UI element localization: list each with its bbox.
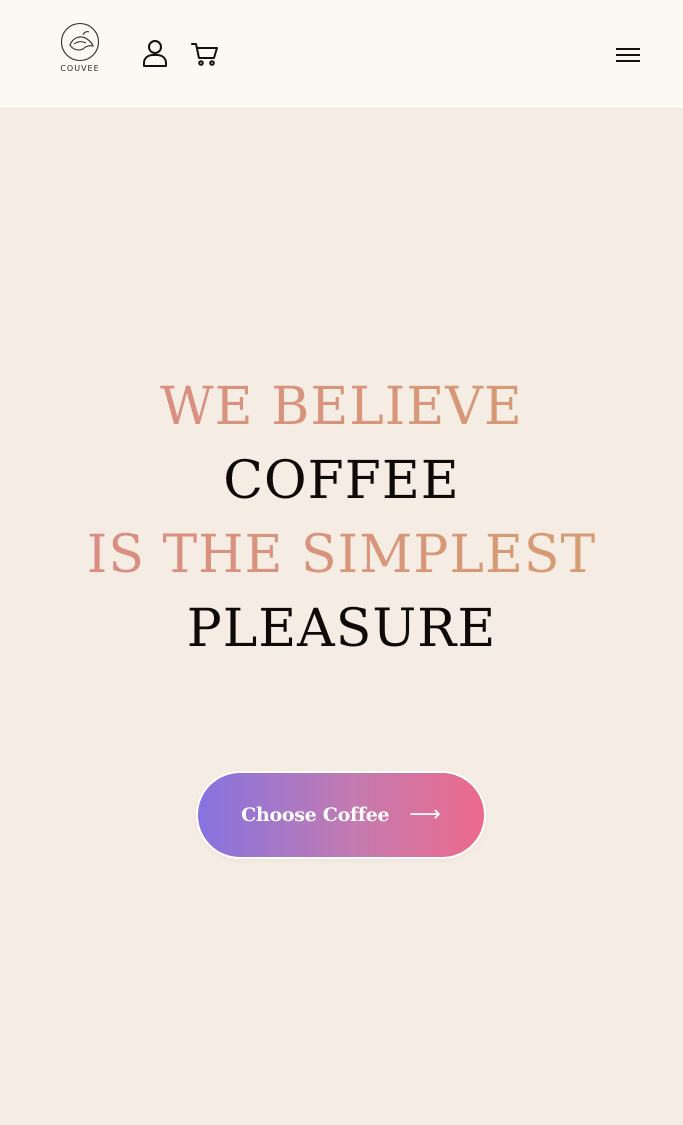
hero-section: WE BELIEVE COFFEE IS THE SIMPLEST PLEASU… bbox=[0, 370, 683, 666]
account-button[interactable] bbox=[139, 37, 171, 69]
hero-line-2: COFFEE bbox=[223, 451, 460, 511]
user-icon bbox=[143, 40, 167, 67]
hero-line-4: PLEASURE bbox=[186, 599, 497, 659]
menu-icon bbox=[616, 48, 640, 62]
choose-coffee-label: Choose Coffee bbox=[241, 804, 390, 826]
menu-button[interactable] bbox=[612, 41, 644, 69]
brand-name: COUVEE bbox=[60, 64, 100, 73]
choose-coffee-button[interactable]: Choose Coffee ⟶ bbox=[196, 771, 486, 859]
arrow-right-icon: ⟶ bbox=[409, 802, 441, 827]
logo-icon bbox=[60, 22, 100, 62]
site-header: COUVEE bbox=[0, 0, 683, 109]
cart-button[interactable] bbox=[189, 37, 221, 69]
hero-line-3: IS THE SIMPLEST bbox=[0, 518, 683, 592]
brand-logo[interactable]: COUVEE bbox=[58, 22, 102, 78]
hero-line-1: WE BELIEVE bbox=[0, 370, 683, 444]
cart-icon bbox=[191, 43, 218, 66]
